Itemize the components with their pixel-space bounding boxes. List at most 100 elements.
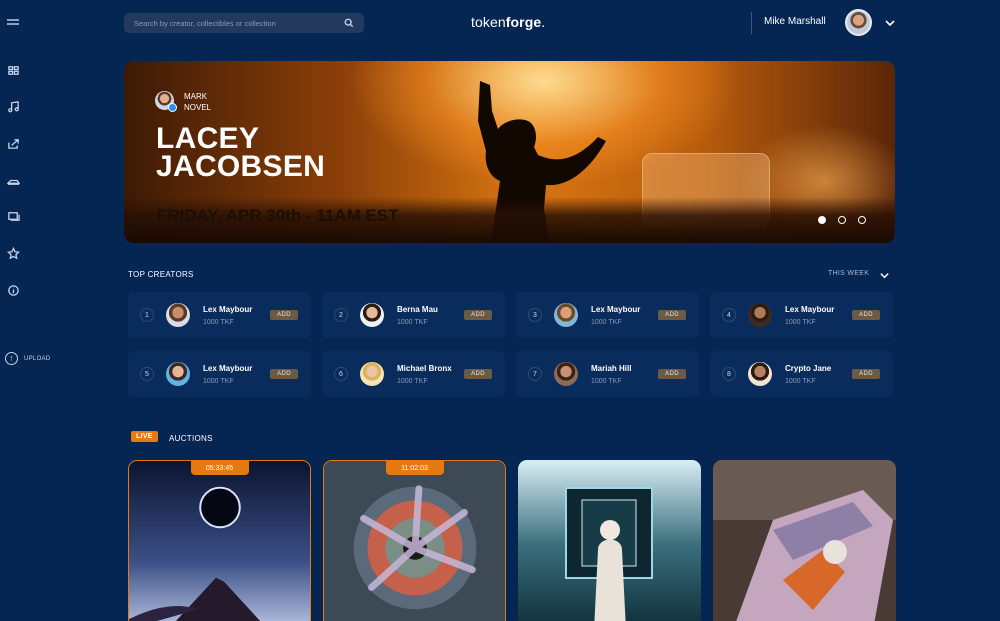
creator-tkf: 1000 TKF xyxy=(397,378,428,385)
search-input[interactable] xyxy=(134,18,344,28)
creator-avatar xyxy=(554,303,578,327)
auction-artwork xyxy=(129,461,310,621)
hero-banner[interactable]: MARK NOVEL LACEY JACOBSEN FRIDAY, APR 30… xyxy=(124,61,895,243)
auction-card[interactable]: 11:02:03 xyxy=(323,460,506,621)
top-creators-title: TOP CREATORS xyxy=(128,270,194,279)
music-icon[interactable] xyxy=(4,97,22,115)
upload-button[interactable]: ↑ UPLOAD xyxy=(5,352,50,365)
add-button[interactable]: ADD xyxy=(464,310,492,320)
header-divider xyxy=(751,12,752,34)
creator-card[interactable]: 2 Berna Mau 1000 TKF ADD xyxy=(322,292,505,338)
hero-title-line1: LACEY xyxy=(156,122,260,155)
creator-avatar xyxy=(748,362,772,386)
grid-icon[interactable] xyxy=(4,61,22,79)
brand-light: token xyxy=(471,14,506,30)
carousel-dots xyxy=(818,216,866,224)
creator-name: Lex Maybour xyxy=(203,364,253,373)
hero-date: FRIDAY, APR 30th - 11AM EST xyxy=(157,206,399,225)
brand-bold: forge xyxy=(505,14,542,30)
creator-avatar xyxy=(748,303,772,327)
auction-artwork xyxy=(324,461,505,621)
search-icon[interactable] xyxy=(344,18,354,28)
gallery-icon[interactable] xyxy=(4,207,22,225)
creator-card[interactable]: 8 Crypto Jane 1000 TKF ADD xyxy=(710,351,893,397)
user-avatar[interactable] xyxy=(845,9,872,36)
creator-avatar xyxy=(166,303,190,327)
brand-dot: . xyxy=(541,14,546,30)
carousel-dot[interactable] xyxy=(818,216,826,224)
creator-tkf: 1000 TKF xyxy=(785,319,816,326)
carousel-dot[interactable] xyxy=(858,216,866,224)
add-button[interactable]: ADD xyxy=(464,369,492,379)
carousel-dot[interactable] xyxy=(838,216,846,224)
creator-name: Lex Maybour xyxy=(591,305,641,314)
creator-name: Mariah Hill xyxy=(591,364,632,373)
creator-card[interactable]: 4 Lex Maybour 1000 TKF ADD xyxy=(710,292,893,338)
creator-card[interactable]: 7 Mariah Hill 1000 TKF ADD xyxy=(516,351,699,397)
creator-card[interactable]: 3 Lex Maybour 1000 TKF ADD xyxy=(516,292,699,338)
creator-tkf: 1000 TKF xyxy=(203,319,234,326)
creator-name: Crypto Jane xyxy=(785,364,832,373)
creator-name: Berna Mau xyxy=(397,305,438,314)
auction-card[interactable]: 05:33:45 xyxy=(128,460,311,621)
creator-tkf: 1000 TKF xyxy=(203,378,234,385)
author-name-line2: NOVEL xyxy=(184,103,212,112)
add-button[interactable]: ADD xyxy=(270,369,298,379)
creator-rank: 8 xyxy=(722,367,736,381)
author-name-line1: MARK xyxy=(184,92,208,101)
hero-title-line2: JACOBSEN xyxy=(156,150,326,183)
author-name: MARK NOVEL xyxy=(184,91,224,113)
upload-icon: ↑ xyxy=(5,352,18,365)
creator-card[interactable]: 1 Lex Maybour 1000 TKF ADD xyxy=(128,292,311,338)
auction-timer: 05:33:45 xyxy=(190,461,249,475)
creator-avatar xyxy=(360,362,384,386)
auction-card[interactable] xyxy=(713,460,896,621)
add-button[interactable]: ADD xyxy=(270,310,298,320)
sidebar: ↑ UPLOAD xyxy=(0,0,56,621)
add-button[interactable]: ADD xyxy=(852,310,880,320)
creator-rank: 2 xyxy=(334,308,348,322)
creator-card[interactable]: 6 Michael Bronx 1000 TKF ADD xyxy=(322,351,505,397)
creator-rank: 6 xyxy=(334,367,348,381)
live-badge: LIVE xyxy=(131,431,158,442)
creator-rank: 4 xyxy=(722,308,736,322)
user-name[interactable]: Mike Marshall xyxy=(764,16,826,27)
share-icon[interactable] xyxy=(4,134,22,152)
creator-name: Lex Maybour xyxy=(785,305,835,314)
search-bar xyxy=(124,13,364,33)
add-button[interactable]: ADD xyxy=(852,369,880,379)
upload-label: UPLOAD xyxy=(24,355,51,362)
hero-title: LACEY JACOBSEN xyxy=(156,122,326,183)
verified-icon xyxy=(168,103,177,112)
brand-logo[interactable]: tokenforge. xyxy=(471,14,545,30)
chevron-down-icon[interactable] xyxy=(879,268,891,280)
creator-card[interactable]: 5 Lex Maybour 1000 TKF ADD xyxy=(128,351,311,397)
creator-name: Michael Bronx xyxy=(397,364,452,373)
auction-card[interactable] xyxy=(518,460,701,621)
author-avatar xyxy=(155,91,177,112)
creator-avatar xyxy=(360,303,384,327)
creator-rank: 1 xyxy=(140,308,154,322)
auctions-title: AUCTIONS xyxy=(169,434,213,443)
auction-artwork xyxy=(713,460,896,621)
chevron-down-icon[interactable] xyxy=(884,16,896,28)
creator-avatar xyxy=(554,362,578,386)
creator-tkf: 1000 TKF xyxy=(591,319,622,326)
vehicle-icon[interactable] xyxy=(4,171,22,189)
creator-rank: 7 xyxy=(528,367,542,381)
add-button[interactable]: ADD xyxy=(658,369,686,379)
hero-author[interactable]: MARK NOVEL xyxy=(155,91,224,113)
auction-timer: 11:02:03 xyxy=(385,461,444,475)
auction-artwork xyxy=(518,460,701,621)
creator-tkf: 1000 TKF xyxy=(591,378,622,385)
creator-rank: 5 xyxy=(140,367,154,381)
creator-avatar xyxy=(166,362,190,386)
creator-tkf: 1000 TKF xyxy=(785,378,816,385)
info-icon[interactable] xyxy=(4,281,22,299)
this-week-filter[interactable]: THIS WEEK xyxy=(828,270,869,277)
star-icon[interactable] xyxy=(4,244,22,262)
add-button[interactable]: ADD xyxy=(658,310,686,320)
menu-icon[interactable] xyxy=(4,13,22,31)
creator-name: Lex Maybour xyxy=(203,305,253,314)
creator-rank: 3 xyxy=(528,308,542,322)
